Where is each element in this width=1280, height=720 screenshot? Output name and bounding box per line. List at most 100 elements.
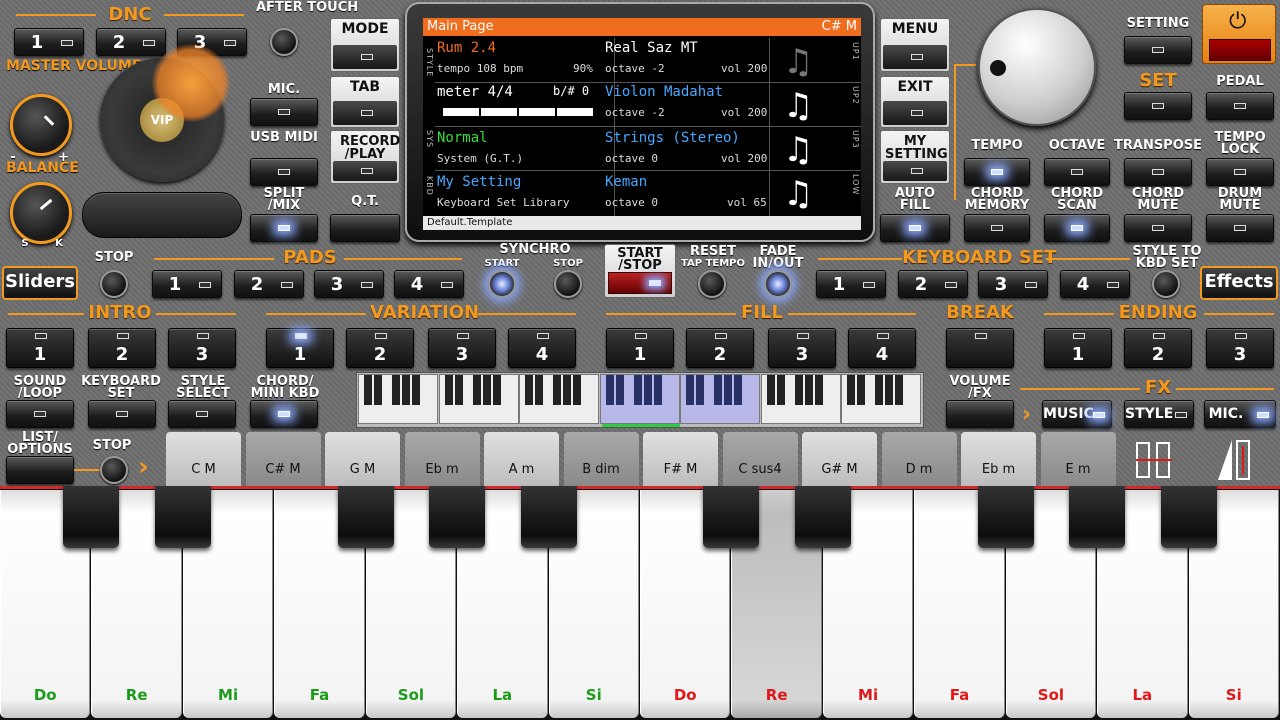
fill-button-3[interactable]: 3: [768, 328, 836, 368]
reset-button[interactable]: [698, 270, 726, 298]
ending-button-3[interactable]: 3: [1206, 328, 1274, 368]
keyboard-set-select-button[interactable]: [88, 400, 156, 428]
chord-scan-button[interactable]: [1044, 214, 1110, 242]
pad-button-1[interactable]: 1: [152, 270, 222, 298]
fade-button[interactable]: [764, 270, 792, 298]
keyboard-height-icon[interactable]: [1212, 436, 1276, 484]
fx-music-button[interactable]: MUSIC: [1042, 400, 1112, 428]
pitch-bend-bar[interactable]: [82, 192, 242, 238]
my-setting-button[interactable]: MY SETTING: [880, 130, 950, 184]
master-volume-knob[interactable]: [10, 94, 72, 156]
power-button[interactable]: ⏻: [1202, 4, 1276, 64]
sliders-button[interactable]: Sliders: [2, 266, 78, 300]
black-key[interactable]: [1160, 486, 1217, 548]
qt-button[interactable]: [330, 214, 400, 242]
volume-fx-button[interactable]: [946, 400, 1014, 428]
black-key[interactable]: [429, 486, 486, 548]
fx-mic-button[interactable]: MIC.: [1204, 400, 1276, 428]
pad-button-3[interactable]: 3: [314, 270, 384, 298]
mode-button[interactable]: MODE: [330, 18, 400, 72]
kbd-set-button-3[interactable]: 3: [978, 270, 1048, 298]
chord-mini-kbd-button[interactable]: [250, 400, 318, 428]
chord-button[interactable]: D m: [881, 432, 957, 486]
up2-name[interactable]: Violon Madahat: [605, 84, 723, 100]
auto-fill-button[interactable]: [880, 214, 950, 242]
list-options-button[interactable]: [6, 456, 74, 484]
chord-button[interactable]: G# M: [802, 432, 877, 486]
tab-button[interactable]: TAB: [330, 76, 400, 128]
intro-button-3[interactable]: 3: [168, 328, 236, 368]
ending-button-1[interactable]: 1: [1044, 328, 1112, 368]
set-button[interactable]: [1124, 92, 1192, 120]
chord-button[interactable]: Eb m: [961, 432, 1036, 486]
keyboard-width-icon[interactable]: [1130, 436, 1194, 484]
break-button[interactable]: [946, 328, 1014, 368]
sys-name[interactable]: Normal: [437, 130, 488, 146]
ending-button-2[interactable]: 2: [1124, 328, 1192, 368]
intro-button-2[interactable]: 2: [88, 328, 156, 368]
chord-button[interactable]: C sus4: [722, 432, 798, 486]
pads-stop-button[interactable]: [100, 270, 128, 298]
exit-button[interactable]: EXIT: [880, 76, 950, 128]
drum-mute-button[interactable]: [1206, 214, 1274, 242]
fill-button-2[interactable]: 2: [686, 328, 754, 368]
black-key[interactable]: [520, 486, 577, 548]
mic-button[interactable]: [250, 98, 318, 126]
after-touch-button[interactable]: [270, 28, 298, 56]
tempo-button[interactable]: [964, 158, 1030, 186]
style-to-kbd-button[interactable]: [1152, 270, 1180, 298]
chord-stop-button[interactable]: [100, 456, 128, 484]
kbd-name[interactable]: My Setting: [437, 174, 521, 190]
chord-button[interactable]: Eb m: [404, 432, 480, 486]
black-key[interactable]: [977, 486, 1034, 548]
tempo-lock-button[interactable]: [1206, 158, 1274, 186]
pad-button-2[interactable]: 2: [234, 270, 304, 298]
chord-button[interactable]: A m: [484, 432, 559, 486]
effects-button[interactable]: Effects: [1200, 266, 1278, 300]
chord-button[interactable]: C M: [166, 432, 241, 486]
black-key[interactable]: [63, 486, 120, 548]
balance-knob[interactable]: [10, 182, 72, 244]
black-key[interactable]: [337, 486, 394, 548]
fill-button-4[interactable]: 4: [848, 328, 916, 368]
low-note-icon[interactable]: ♫: [783, 174, 813, 214]
data-dial[interactable]: [978, 8, 1096, 126]
dnc-button-1[interactable]: 1: [14, 28, 84, 56]
chord-button[interactable]: F# M: [643, 432, 718, 486]
setting-button[interactable]: [1124, 36, 1192, 64]
fx-style-button[interactable]: STYLE: [1124, 400, 1194, 428]
style-name[interactable]: Rum 2.4: [437, 40, 496, 56]
synchro-start-button[interactable]: [488, 270, 516, 298]
chord-button[interactable]: E m: [1040, 432, 1116, 486]
split-mix-button[interactable]: [250, 214, 318, 242]
style-select-button[interactable]: [168, 400, 236, 428]
sound-loop-button[interactable]: [6, 400, 74, 428]
synchro-stop-button[interactable]: [554, 270, 582, 298]
pad-button-4[interactable]: 4: [394, 270, 464, 298]
black-key[interactable]: [703, 486, 760, 548]
up3-name[interactable]: Strings (Stereo): [605, 130, 740, 146]
up1-name[interactable]: Real Saz MT: [605, 40, 698, 56]
low-name[interactable]: Keman: [605, 174, 647, 190]
variation-button-1[interactable]: 1: [266, 328, 334, 368]
fill-button-1[interactable]: 1: [606, 328, 674, 368]
up3-note-icon[interactable]: ♫: [783, 130, 813, 170]
black-key[interactable]: [154, 486, 211, 548]
chord-button[interactable]: G M: [325, 432, 400, 486]
variation-button-3[interactable]: 3: [428, 328, 496, 368]
chord-button[interactable]: C# M: [245, 432, 321, 486]
record-play-button[interactable]: RECORD /PLAY: [330, 130, 400, 184]
kbd-set-button-1[interactable]: 1: [816, 270, 886, 298]
chord-button[interactable]: B dim: [563, 432, 639, 486]
black-key[interactable]: [794, 486, 851, 548]
menu-button[interactable]: MENU: [880, 18, 950, 72]
black-key[interactable]: [1069, 486, 1126, 548]
kbd-set-button-2[interactable]: 2: [898, 270, 968, 298]
kbd-set-button-4[interactable]: 4: [1060, 270, 1130, 298]
dnc-button-2[interactable]: 2: [96, 28, 166, 56]
chord-memory-button[interactable]: [964, 214, 1030, 242]
pedal-button[interactable]: [1206, 92, 1274, 120]
start-stop-button[interactable]: START /STOP: [604, 244, 676, 298]
chord-mute-button[interactable]: [1124, 214, 1192, 242]
up2-note-icon[interactable]: ♫: [783, 86, 813, 126]
